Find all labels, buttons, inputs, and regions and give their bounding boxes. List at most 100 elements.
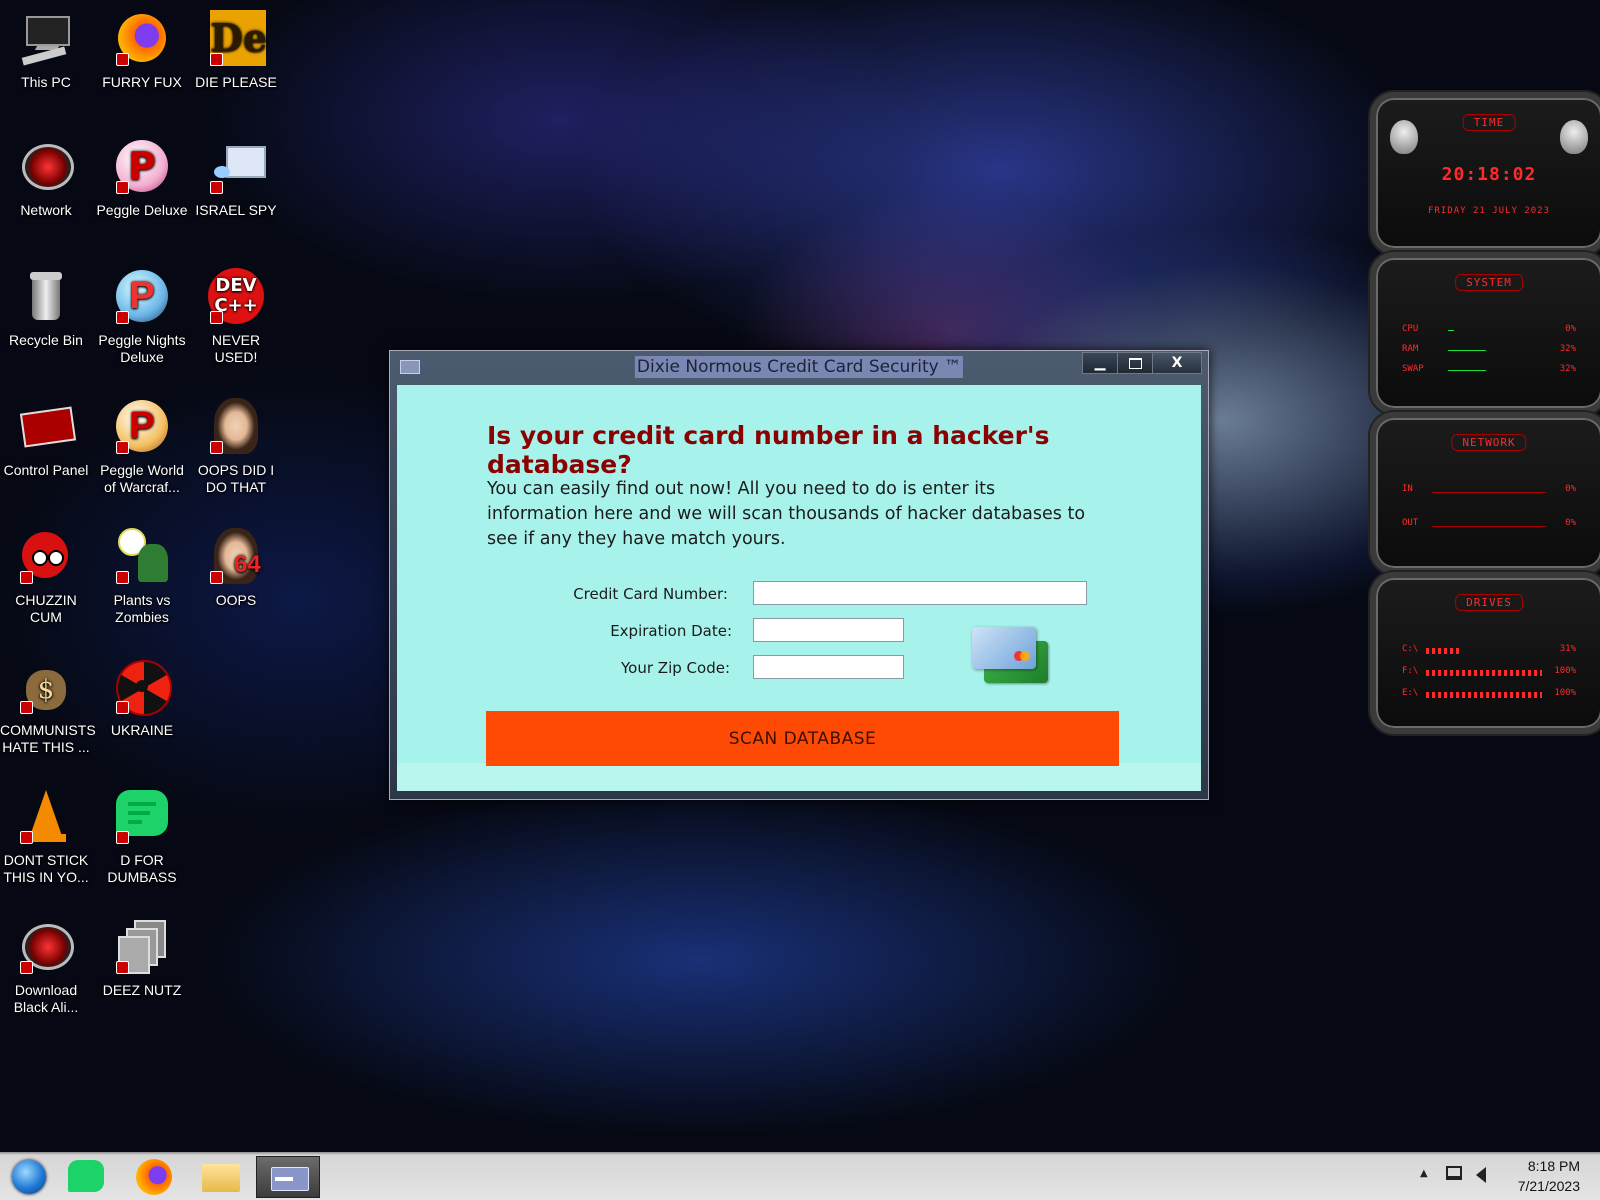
desktop-icon-die-please[interactable]: De DIE PLEASE bbox=[190, 2, 282, 91]
expiration-date-input[interactable] bbox=[753, 618, 904, 642]
peggle-wow-icon: P bbox=[112, 396, 172, 456]
desktop-icon-network[interactable]: Network bbox=[0, 130, 92, 219]
widget-row-out: OUT 0% bbox=[1402, 518, 1576, 532]
widget-time-panel: TIME 20:18:02 FRIDAY 21 JULY 2023 bbox=[1370, 92, 1600, 254]
taskbar-clock-time[interactable]: 8:18 PM bbox=[1528, 1158, 1580, 1174]
desktop-icon-peggle-deluxe[interactable]: P Peggle Deluxe bbox=[96, 130, 188, 219]
recycle-bin-icon bbox=[16, 266, 76, 326]
drive-c-bar bbox=[1426, 648, 1460, 654]
desktop-icon-dont-stick[interactable]: DONT STICK THIS IN YO... bbox=[0, 780, 92, 886]
taskbar-clock-date[interactable]: 7/21/2023 bbox=[1518, 1178, 1580, 1194]
desktop-icon-d-for-dumbass[interactable]: D FOR DUMBASS bbox=[96, 780, 188, 886]
card-number-input[interactable] bbox=[753, 581, 1087, 605]
taskbar-d-for-dumbass[interactable] bbox=[58, 1156, 116, 1198]
portrait-icon bbox=[206, 396, 266, 456]
widget-drives-title: DRIVES bbox=[1455, 594, 1523, 611]
window-app-icon bbox=[400, 360, 420, 374]
zip-code-label: Your Zip Code: bbox=[621, 659, 730, 677]
widget-row-label: F:\ bbox=[1402, 666, 1419, 676]
volume-icon[interactable] bbox=[1476, 1167, 1486, 1183]
desktop-icon-label: Plants vs Zombies bbox=[113, 592, 171, 625]
desktop-icon-communists[interactable]: $ COMMUNISTS HATE THIS ... bbox=[0, 650, 96, 756]
desktop-icon-peggle-nights[interactable]: P Peggle Nights Deluxe bbox=[96, 260, 188, 366]
desktop-icon-chuzzin-cum[interactable]: CHUZZIN CUM bbox=[0, 520, 92, 626]
widget-row-value: 0% bbox=[1565, 518, 1576, 528]
desktop-icon-label: Peggle Deluxe bbox=[96, 202, 188, 218]
start-orb-icon bbox=[12, 1160, 46, 1194]
widget-row-drive-e: E:\ 100% bbox=[1402, 688, 1576, 702]
widget-row-label: CPU bbox=[1402, 324, 1419, 334]
firefox-icon bbox=[112, 8, 172, 68]
headline: Is your credit card number in a hacker's… bbox=[487, 421, 1050, 479]
desktop-icon-label: DONT STICK THIS IN YO... bbox=[3, 852, 89, 885]
alien-head-icon bbox=[1390, 120, 1418, 154]
desktop-icon-furry-fux[interactable]: FURRY FUX bbox=[96, 2, 188, 91]
minimize-button[interactable]: ▁ bbox=[1082, 352, 1118, 374]
desktop-icon-oops-did-i[interactable]: OOPS DID I DO THAT bbox=[190, 390, 282, 496]
widget-system-title: SYSTEM bbox=[1455, 274, 1523, 291]
desktop-icon-label: DEEZ NUTZ bbox=[102, 982, 182, 998]
desktop-icon-deez-nutz[interactable]: DEEZ NUTZ bbox=[96, 910, 188, 999]
window-content: Is your credit card number in a hacker's… bbox=[397, 385, 1201, 791]
widget-row-value: 100% bbox=[1554, 666, 1576, 676]
widget-row-value: 31% bbox=[1559, 644, 1576, 654]
dev-cpp-icon: DEV C++ bbox=[206, 266, 266, 326]
widget-row-value: 32% bbox=[1559, 364, 1576, 374]
desktop-icon-download-black-ali[interactable]: Download Black Ali... bbox=[0, 910, 92, 1016]
credit-cards-icon bbox=[972, 627, 1052, 687]
desktop-icon-ukraine[interactable]: UKRAINE bbox=[96, 650, 188, 739]
zip-code-input[interactable] bbox=[753, 655, 904, 679]
widget-row-value: 0% bbox=[1565, 484, 1576, 494]
desktop-icon-this-pc[interactable]: This PC bbox=[0, 2, 92, 91]
minimize-icon: ▁ bbox=[1094, 355, 1106, 371]
widget-network-panel: NETWORK IN 0% OUT 0% bbox=[1370, 412, 1600, 574]
close-button[interactable]: X bbox=[1152, 352, 1202, 374]
widget-row-value: 32% bbox=[1559, 344, 1576, 354]
desktop-icon-never-used[interactable]: DEV C++ NEVER USED! bbox=[190, 260, 282, 366]
desktop-icon-label: Peggle Nights Deluxe bbox=[98, 332, 186, 365]
card-number-label: Credit Card Number: bbox=[573, 585, 728, 603]
desktop-icon-label: UKRAINE bbox=[110, 722, 174, 738]
peggle-icon: P bbox=[112, 136, 172, 196]
widget-row-value: 0% bbox=[1565, 324, 1576, 334]
credit-card-security-window: Dixie Normous Credit Card Security ™ ▁ X… bbox=[389, 350, 1209, 800]
desktop-icon-label: D FOR DUMBASS bbox=[107, 852, 177, 885]
widget-row-label: OUT bbox=[1402, 518, 1419, 528]
vlc-cone-icon bbox=[16, 786, 76, 846]
desktop-icon-israel-spy[interactable]: ISRAEL SPY bbox=[190, 130, 282, 219]
desktop-icon-label: NEVER USED! bbox=[211, 332, 261, 365]
start-button[interactable] bbox=[2, 1156, 60, 1198]
desktop-icon-recycle-bin[interactable]: Recycle Bin bbox=[0, 260, 92, 349]
bottom-band bbox=[397, 763, 1201, 791]
folder-icon bbox=[202, 1164, 240, 1192]
desktop-icon-label: DIE PLEASE bbox=[195, 74, 277, 90]
taskbar-file-explorer[interactable] bbox=[192, 1156, 250, 1198]
window-titlebar[interactable]: Dixie Normous Credit Card Security ™ ▁ X bbox=[390, 351, 1208, 385]
scan-database-button[interactable]: SCAN DATABASE bbox=[486, 711, 1119, 766]
tray-expand-icon[interactable]: ▲ bbox=[1420, 1168, 1428, 1179]
desktop-icon-label: Download Black Ali... bbox=[13, 982, 79, 1015]
portrait-64-icon: 64 bbox=[206, 526, 266, 586]
maximize-button[interactable] bbox=[1117, 352, 1153, 374]
desktop-icon-label: FURRY FUX bbox=[102, 74, 182, 90]
de-logo-icon: De bbox=[206, 8, 267, 68]
widget-row-label: RAM bbox=[1402, 344, 1419, 354]
desktop-icon-peggle-world[interactable]: P Peggle World of Warcraf... bbox=[96, 390, 188, 496]
widget-row-drive-f: F:\ 100% bbox=[1402, 666, 1576, 680]
widget-row-label: SWAP bbox=[1402, 364, 1424, 374]
desktop-icon-plants-vs-zombies[interactable]: Plants vs Zombies bbox=[96, 520, 188, 626]
taskbar-credit-card-app[interactable] bbox=[256, 1156, 320, 1198]
desktop-icon-oops[interactable]: 64 OOPS bbox=[190, 520, 282, 609]
network-tray-icon[interactable] bbox=[1446, 1166, 1462, 1180]
close-icon: X bbox=[1171, 355, 1183, 371]
taskbar-firefox[interactable] bbox=[126, 1156, 184, 1198]
desktop-icon-control-panel[interactable]: Control Panel bbox=[0, 390, 92, 479]
network-icon bbox=[16, 136, 76, 196]
widget-row-swap: SWAP 32% bbox=[1402, 364, 1576, 378]
desktop-icon-label: Control Panel bbox=[3, 462, 89, 478]
money-bag-icon: $ bbox=[16, 656, 76, 716]
desktop-icon-label: Network bbox=[20, 202, 72, 218]
desktop-icon-label: OOPS bbox=[215, 592, 257, 608]
cpu-bar bbox=[1448, 330, 1454, 331]
computer-icon bbox=[16, 8, 76, 68]
